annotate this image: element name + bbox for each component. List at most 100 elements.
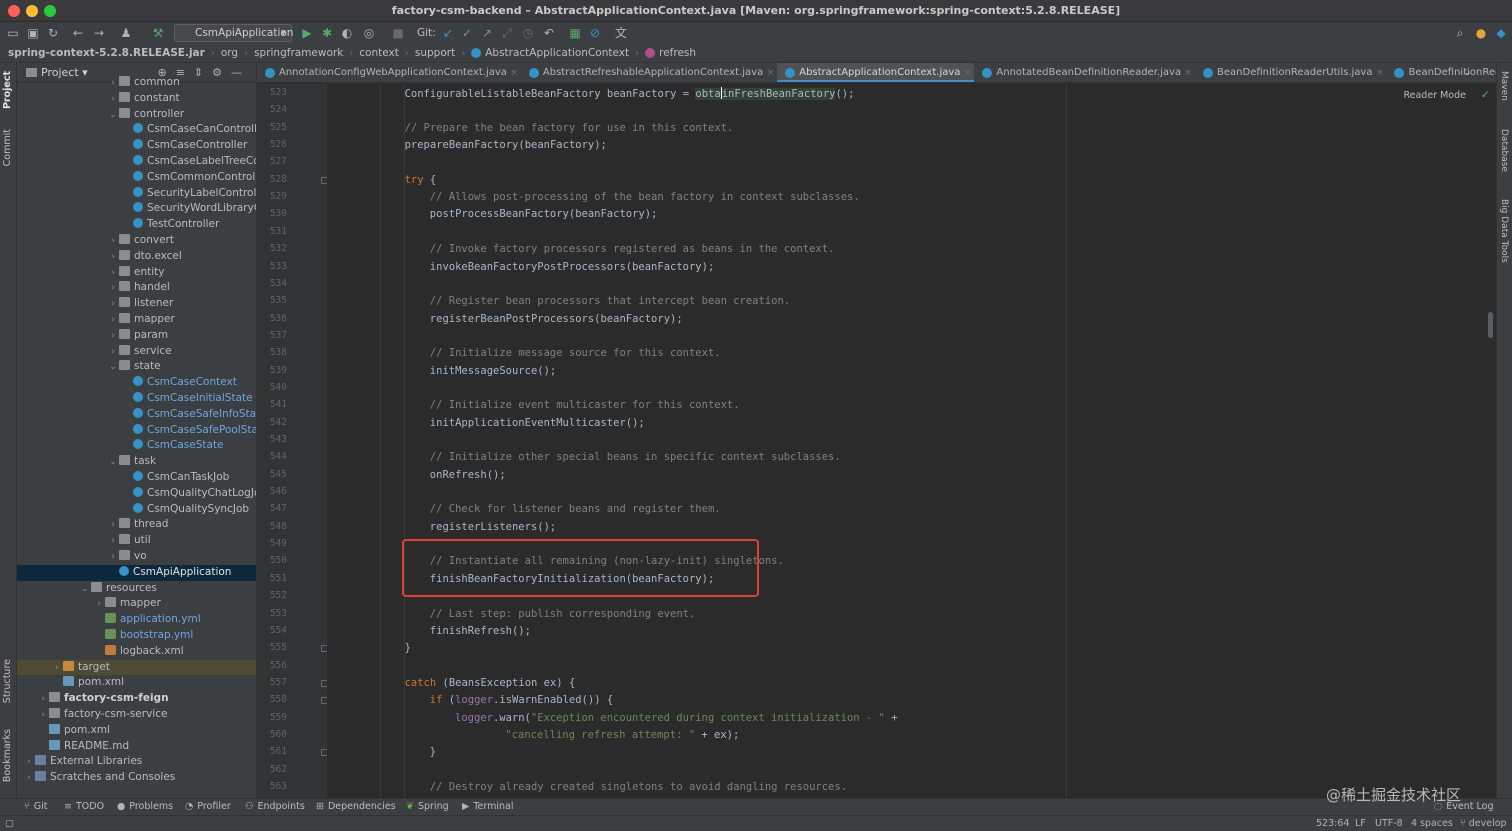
close-icon[interactable]: × xyxy=(767,63,775,82)
project-tree-item[interactable]: pom.xml xyxy=(17,723,256,739)
project-tree-item[interactable]: SecurityLabelControlle xyxy=(17,186,256,202)
project-tree-item[interactable]: › constant xyxy=(17,91,256,107)
chevron-down-icon[interactable]: ⌄ xyxy=(107,360,119,375)
editor-tab[interactable]: AnnotationConfigWebApplicationContext.ja… xyxy=(257,63,521,82)
project-tree-item[interactable]: CsmCaseSafePoolStat xyxy=(17,423,256,439)
project-tree-item[interactable]: › dto.excel xyxy=(17,249,256,265)
cursor-position[interactable]: 523:64 xyxy=(1316,818,1349,829)
project-tree-item[interactable]: CsmCaseInitialState xyxy=(17,391,256,407)
profile-icon[interactable]: ◎ xyxy=(361,25,377,41)
project-tree-item[interactable]: › mapper xyxy=(17,312,256,328)
project-tree-item[interactable]: bootstrap.yml xyxy=(17,628,256,644)
project-tree-item[interactable]: CsmCaseSafeInfoState xyxy=(17,407,256,423)
chevron-right-icon[interactable]: › xyxy=(107,234,119,249)
project-tree-item[interactable]: ⌄ controller xyxy=(17,107,256,123)
tool-tab-database[interactable]: Database xyxy=(1499,129,1509,172)
editor-tab[interactable]: AbstractApplicationContext.java × xyxy=(777,63,975,82)
breadcrumb-item[interactable]: spring-context-5.2.8.RELEASE.jar xyxy=(8,47,205,59)
coverage-icon[interactable]: ◐ xyxy=(339,25,355,41)
chevron-right-icon[interactable]: › xyxy=(107,518,119,533)
chevron-right-icon[interactable]: › xyxy=(37,692,49,707)
chevron-right-icon[interactable]: › xyxy=(107,534,119,549)
project-tree-item[interactable]: CsmQualityChatLogJo xyxy=(17,486,256,502)
indent-setting[interactable]: 4 spaces xyxy=(1411,818,1453,829)
line-separator[interactable]: LF xyxy=(1355,818,1366,829)
project-tree-item[interactable]: › convert xyxy=(17,233,256,249)
breadcrumb-item[interactable]: org xyxy=(221,47,238,59)
editor-tab[interactable]: BeanDefinitionReaderUtils.java × xyxy=(1195,63,1386,82)
update-icon[interactable]: ● xyxy=(1473,25,1489,41)
chevron-right-icon[interactable]: › xyxy=(51,661,63,676)
translate-icon[interactable]: 文 xyxy=(613,25,629,41)
tool-tab-commit[interactable]: Commit xyxy=(2,129,13,166)
user-icon[interactable]: ♟ xyxy=(118,25,134,41)
save-icon[interactable]: ▣ xyxy=(25,25,41,41)
project-tree-item[interactable]: › param xyxy=(17,328,256,344)
project-tree-item[interactable]: CsmCaseState xyxy=(17,438,256,454)
close-icon[interactable]: × xyxy=(964,63,972,82)
close-icon[interactable]: × xyxy=(1184,63,1192,82)
editor-tab[interactable]: AnnotatedBeanDefinitionReader.java × xyxy=(974,63,1195,82)
project-tree-item[interactable]: › mapper xyxy=(17,596,256,612)
project-tree-item[interactable]: › target xyxy=(17,659,256,676)
project-tree-item[interactable]: application.yml xyxy=(17,612,256,628)
project-tree-item[interactable]: › entity xyxy=(17,265,256,281)
project-tree-item[interactable]: › thread xyxy=(17,517,256,533)
jetbrains-toolbox-icon[interactable]: ◆ xyxy=(1493,25,1509,41)
chevron-right-icon[interactable]: › xyxy=(107,266,119,281)
minimize-window-button[interactable] xyxy=(26,5,38,17)
project-tree-item[interactable]: › External Libraries xyxy=(17,754,256,770)
chevron-right-icon[interactable]: › xyxy=(107,550,119,565)
tool-tab-maven[interactable]: Maven xyxy=(1499,71,1509,101)
chevron-right-icon[interactable]: › xyxy=(107,345,119,360)
project-tree-item[interactable]: TestController xyxy=(17,217,256,233)
project-tree-item[interactable]: CsmQualitySyncJob xyxy=(17,502,256,518)
forward-icon[interactable]: → xyxy=(91,25,107,41)
debug-icon[interactable]: ✱ xyxy=(319,25,335,41)
open-folder-icon[interactable]: ▭ xyxy=(5,25,21,41)
tool-tab-structure[interactable]: Structure xyxy=(2,659,13,703)
project-tree-item[interactable]: CsmApiApplication xyxy=(17,564,256,581)
editor-tab[interactable]: BeanDefinitionRegistry.java× xyxy=(1386,63,1496,82)
project-tree-item[interactable]: CsmCanTaskJob xyxy=(17,470,256,486)
chevron-right-icon[interactable]: › xyxy=(107,297,119,312)
bottom-tool-profiler[interactable]: ◔ Profiler xyxy=(185,801,231,812)
code-editor[interactable]: ConfigurableListableBeanFactory beanFact… xyxy=(327,84,1496,798)
bottom-tool-dependencies[interactable]: ⊞ Dependencies xyxy=(316,801,396,812)
stop-icon[interactable]: ■ xyxy=(390,25,406,41)
zoom-window-button[interactable] xyxy=(44,5,56,17)
project-tree-item[interactable]: pom.xml xyxy=(17,675,256,691)
project-tree-item[interactable]: CsmCaseController xyxy=(17,138,256,154)
editor-scrollbar[interactable] xyxy=(1488,312,1493,338)
breadcrumb-item[interactable]: AbstractApplicationContext xyxy=(485,47,629,59)
layout-icon[interactable]: ▢ xyxy=(5,818,14,829)
disable-icon[interactable]: ⊘ xyxy=(587,25,603,41)
close-icon[interactable]: × xyxy=(510,63,518,82)
git-push-icon[interactable]: ↗ xyxy=(479,25,495,41)
git-update-icon[interactable]: ↙ xyxy=(440,25,456,41)
project-tree-item[interactable]: CsmCaseLabelTreeCo xyxy=(17,154,256,170)
close-window-button[interactable] xyxy=(8,5,20,17)
project-tree-item[interactable]: › Scratches and Consoles xyxy=(17,770,256,786)
git-pull-icon[interactable]: ⤢ xyxy=(499,25,515,41)
terminal-icon[interactable]: ▦ xyxy=(567,25,583,41)
tabs-more-icon[interactable]: ⌄ xyxy=(1464,63,1472,82)
project-tree-item[interactable]: CsmCaseContext xyxy=(17,375,256,391)
sync-icon[interactable]: ↻ xyxy=(45,25,61,41)
chevron-right-icon[interactable]: › xyxy=(107,329,119,344)
breadcrumb-item[interactable]: context xyxy=(359,47,399,59)
tool-tab-big-data-tools[interactable]: Big Data Tools xyxy=(1499,199,1509,263)
breadcrumb-item[interactable]: refresh xyxy=(659,47,696,59)
chevron-right-icon[interactable]: › xyxy=(93,597,105,612)
build-hammer-icon[interactable]: ⚒ xyxy=(150,25,166,41)
git-branch[interactable]: ⑂ develop xyxy=(1460,818,1507,829)
bottom-tool-endpoints[interactable]: ⚇ Endpoints xyxy=(245,801,305,812)
search-icon[interactable]: ⌕ xyxy=(1452,25,1468,41)
rollback-icon[interactable]: ↶ xyxy=(541,25,557,41)
chevron-right-icon[interactable]: › xyxy=(107,313,119,328)
project-tree-item[interactable]: CsmCaseCanControlle xyxy=(17,122,256,138)
chevron-down-icon[interactable]: ⌄ xyxy=(107,455,119,470)
tool-tab-project[interactable]: Project xyxy=(2,71,13,109)
project-tree-item[interactable]: › listener xyxy=(17,296,256,312)
run-icon[interactable]: ▶ xyxy=(299,25,315,41)
